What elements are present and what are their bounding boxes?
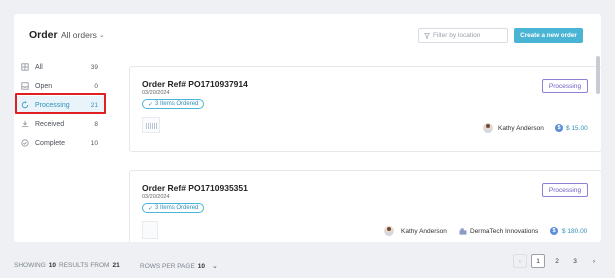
next-page-button[interactable]: › [587, 254, 601, 268]
sidebar-item-count: 0 [94, 82, 98, 90]
dollar-icon: $ [555, 124, 563, 132]
sidebar-item-complete[interactable]: Complete 10 [14, 134, 106, 152]
order-card[interactable]: Order Ref# PO1710937914 03/20/2024 ✓ 3 I… [129, 66, 601, 152]
prev-page-button[interactable]: ‹ [513, 254, 527, 268]
rows-per-page-select[interactable]: ROWS PER PAGE 10 ⌄ [140, 262, 218, 271]
status-badge[interactable]: Processing [542, 79, 588, 93]
check-circle-icon [21, 139, 29, 147]
location-filter-placeholder: Filter by location [433, 32, 481, 39]
dollar-icon: $ [550, 227, 558, 235]
sidebar-item-all[interactable]: All 39 [14, 58, 106, 76]
order-filter-dropdown[interactable]: All orders ⌄ [61, 30, 105, 40]
order-ref: Order Ref# PO1710937914 [142, 79, 248, 89]
showing-label: SHOWING [14, 262, 46, 269]
check-icon: ✓ [148, 205, 154, 212]
chevron-down-icon: ⌄ [212, 263, 218, 270]
header: Order All orders ⌄ Filter by location Cr… [14, 14, 601, 56]
sidebar-item-label: Open [35, 82, 53, 90]
items-ordered-badge: ✓ 3 Items Ordered [142, 99, 205, 109]
grid-icon [21, 63, 29, 71]
order-amount: $ 180.00 [562, 228, 588, 235]
location-filter-input[interactable]: Filter by location [418, 28, 508, 43]
page-3-button[interactable]: 3 [568, 254, 582, 268]
page-title: Order [29, 29, 58, 41]
avatar [384, 226, 394, 236]
order-card[interactable]: Order Ref# PO1710935351 03/20/2024 ✓ 3 I… [129, 170, 601, 242]
order-date: 03/20/2024 [142, 90, 170, 96]
create-order-button[interactable]: Create a new order [514, 28, 583, 43]
customer-name: Kathy Anderson [401, 228, 447, 235]
order-filter-label: All orders [61, 30, 97, 40]
inbox-icon [21, 82, 29, 90]
sidebar-item-count: 39 [90, 63, 98, 71]
page-2-button[interactable]: 2 [550, 254, 564, 268]
order-list: Order Ref# PO1710937914 03/20/2024 ✓ 3 I… [115, 56, 601, 242]
status-badge[interactable]: Processing [542, 183, 588, 197]
product-thumbnail [142, 117, 160, 133]
rows-per-page-label: ROWS PER PAGE [140, 262, 195, 270]
sidebar-item-received[interactable]: Received 8 [14, 115, 106, 133]
items-ordered-label: 3 Items Ordered [155, 205, 199, 211]
showing-count: 10 [48, 262, 57, 269]
order-amount: $ 15.00 [566, 125, 588, 132]
highlight-box [15, 93, 106, 114]
sidebar-item-count: 10 [90, 139, 98, 147]
items-ordered-badge: ✓ 3 Items Ordered [142, 203, 205, 213]
avatar [483, 123, 493, 133]
sidebar-item-count: 8 [94, 120, 98, 128]
status-sidebar: All 39 Open 0 Processing 21 Received 8 C… [14, 56, 106, 242]
sidebar-item-label: Received [35, 120, 65, 128]
rows-per-page-value: 10 [197, 262, 206, 270]
filter-icon [424, 32, 430, 39]
check-icon: ✓ [148, 101, 154, 108]
orders-panel: Order All orders ⌄ Filter by location Cr… [14, 14, 601, 242]
customer-name: Kathy Anderson [498, 125, 544, 132]
page-1-button[interactable]: 1 [531, 254, 545, 268]
items-ordered-label: 3 Items Ordered [155, 101, 199, 107]
results-summary: SHOWING 10 RESULTS FROM 21 [14, 262, 120, 269]
building-icon [459, 228, 467, 235]
results-total: 21 [112, 262, 120, 269]
scrollbar[interactable] [596, 56, 600, 94]
sidebar-item-label: Complete [35, 139, 65, 147]
download-icon [21, 120, 29, 128]
location-name: DermaTech Innovations [470, 228, 539, 235]
order-ref: Order Ref# PO1710935351 [142, 183, 248, 193]
order-date: 03/20/2024 [142, 194, 170, 200]
chevron-down-icon: ⌄ [98, 32, 105, 39]
sidebar-item-label: All [35, 63, 43, 71]
results-from-label: RESULTS FROM [59, 262, 110, 269]
product-thumbnail [142, 221, 158, 239]
